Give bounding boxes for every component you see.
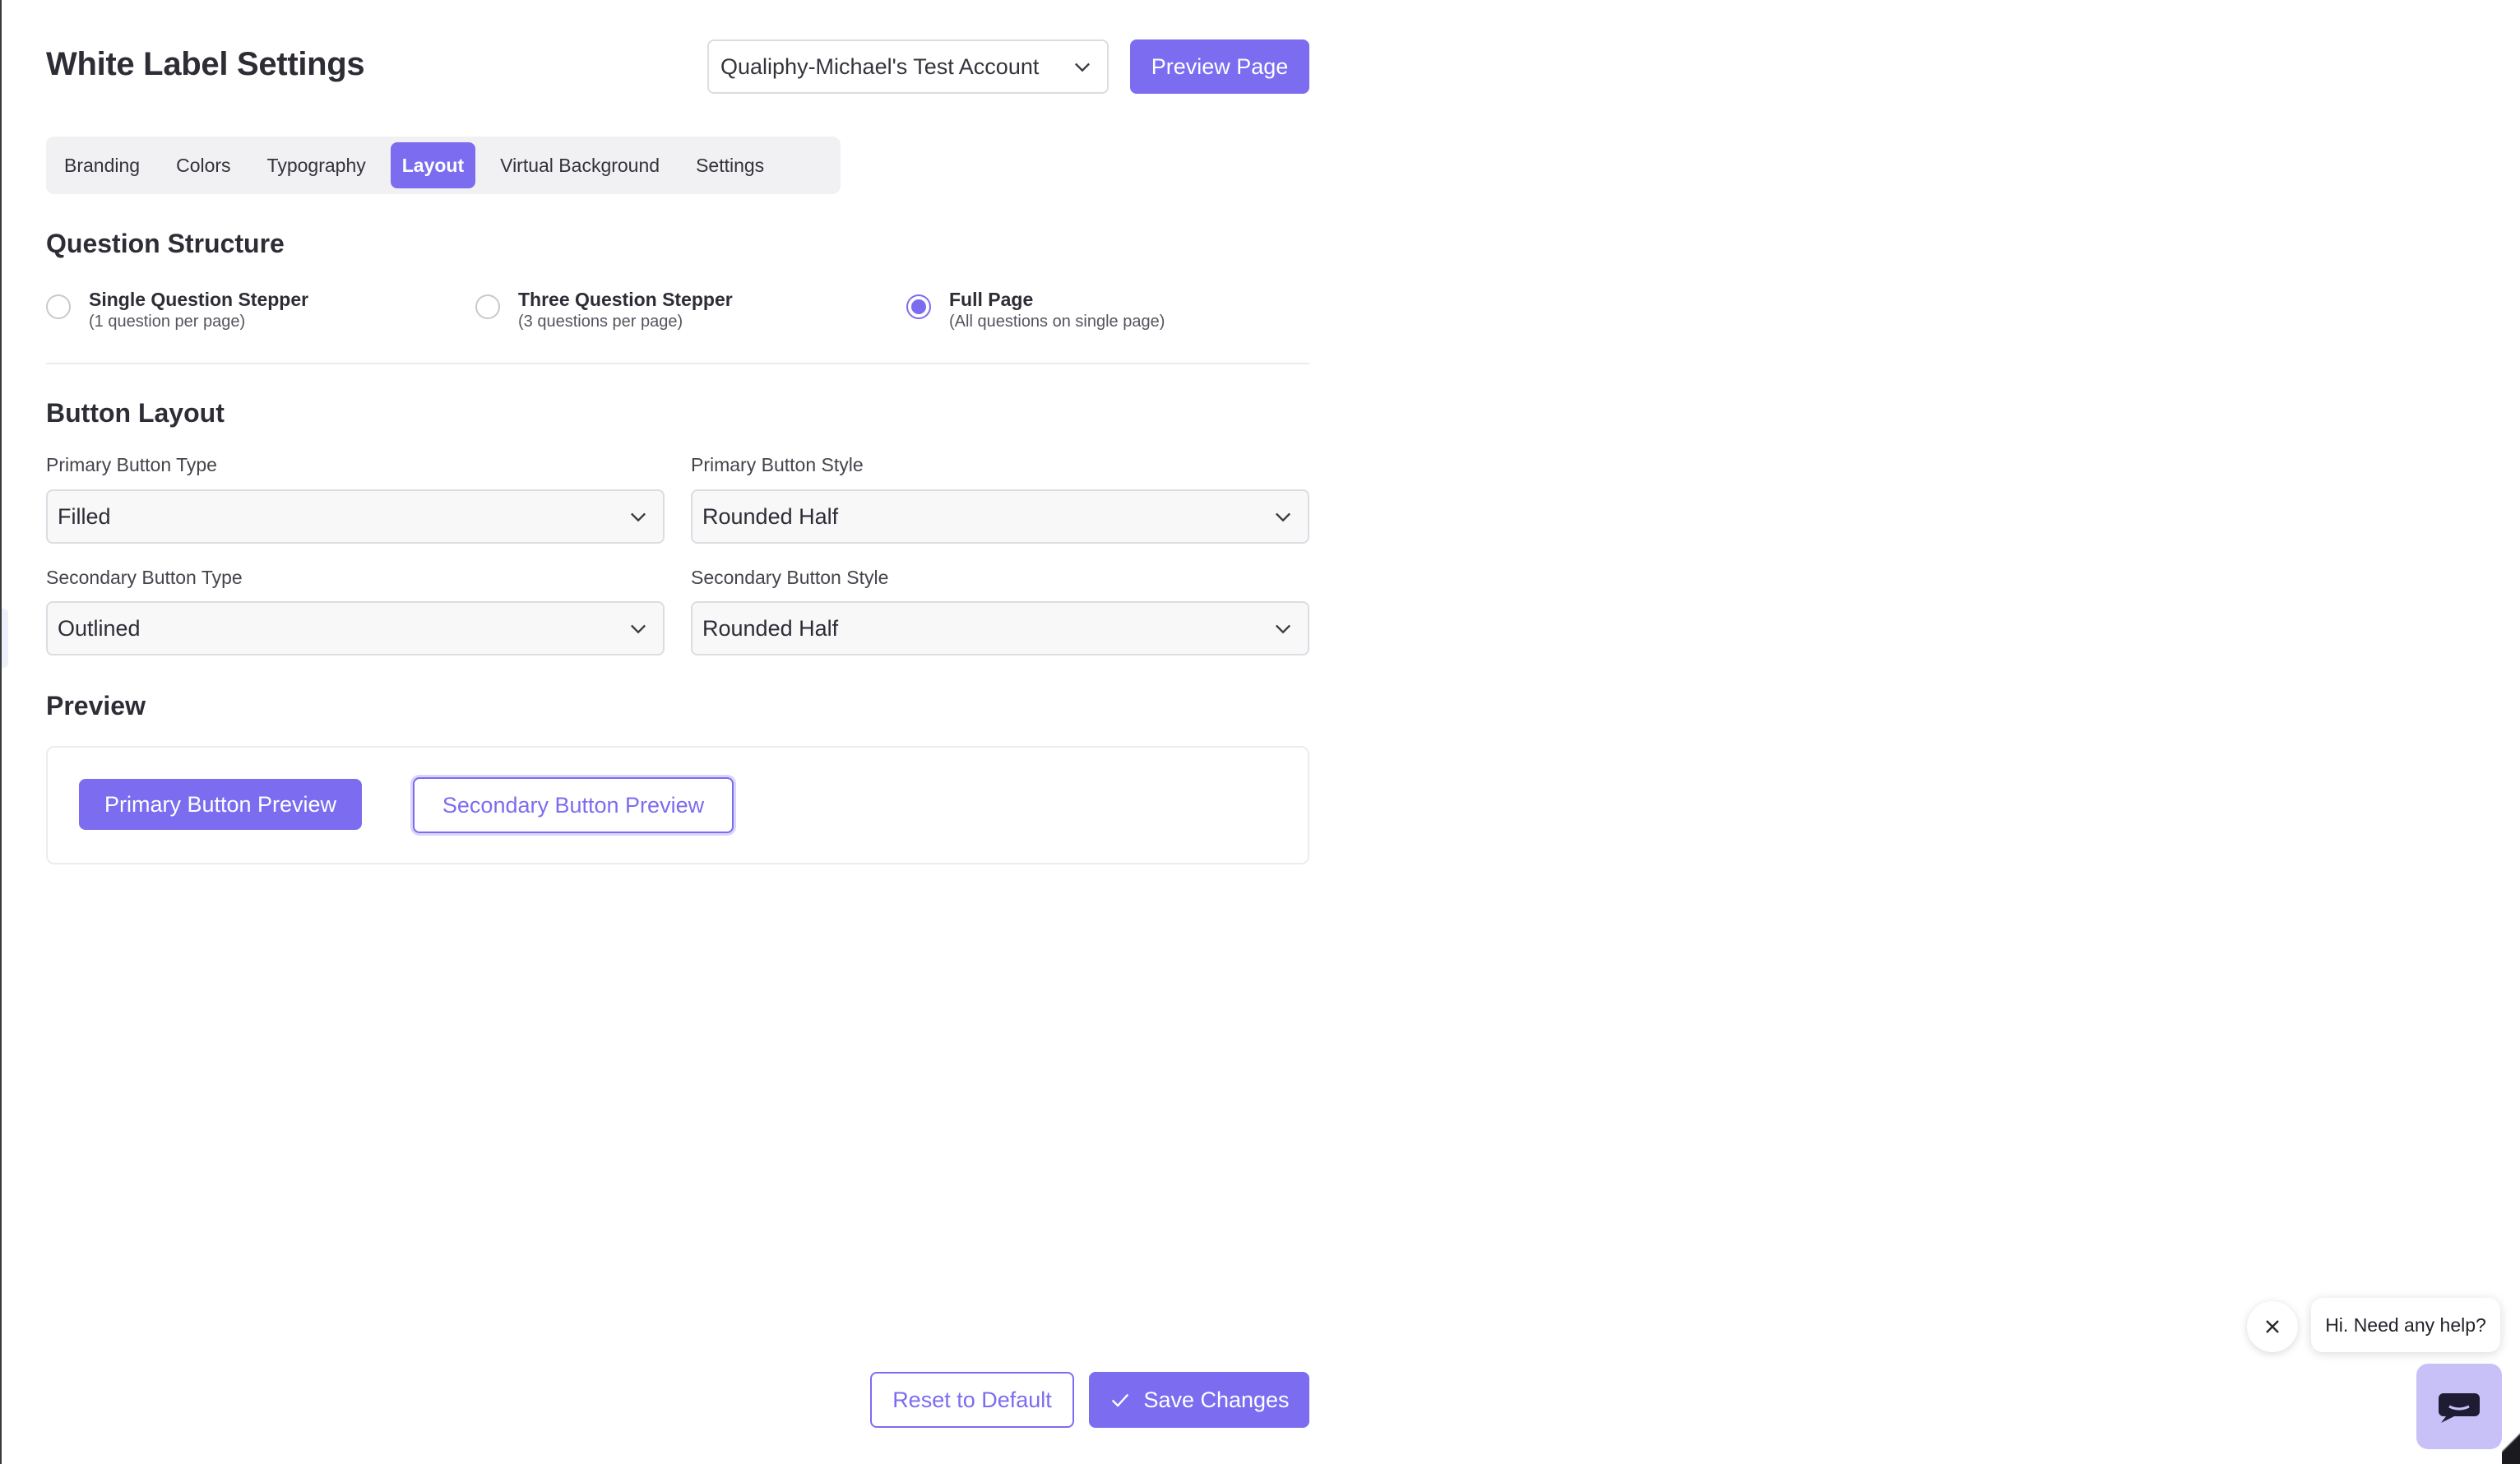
settings-tabs: Branding Colors Typography Layout Virtua… [46,137,841,194]
radio-sublabel: (1 question per page) [89,313,246,331]
chat-greeting-text: Hi. Need any help? [2325,1313,2486,1336]
radio-three-question-stepper[interactable]: Three Question Stepper (3 questions per … [475,288,733,332]
tab-virtual-background[interactable]: Virtual Background [489,142,671,188]
radio-single-question-stepper[interactable]: Single Question Stepper (1 question per … [46,288,308,332]
chat-icon [2439,1393,2480,1423]
tab-typography[interactable]: Typography [256,142,378,188]
primary-button-type-select[interactable]: Filled [46,489,665,544]
window-corner [2502,1423,2520,1464]
preview-title: Preview [46,691,146,720]
primary-button-style-label: Primary Button Style [691,454,864,475]
select-value: Rounded Half [702,615,839,641]
tab-layout[interactable]: Layout [390,142,476,188]
secondary-button-style-label: Secondary Button Style [691,567,889,588]
radio-label: Full Page [949,289,1034,310]
primary-button-type-label: Primary Button Type [46,454,217,475]
chevron-down-icon [631,512,646,522]
chevron-down-icon [1276,624,1290,634]
reset-to-default-button[interactable]: Reset to Default [870,1372,1074,1428]
secondary-button-style-select[interactable]: Rounded Half [691,601,1309,656]
select-value: Filled [58,503,111,529]
radio-full-page[interactable]: Full Page (All questions on single page) [906,288,1165,332]
select-value: Rounded Half [702,503,839,529]
tab-settings[interactable]: Settings [684,142,776,188]
app-frame: White Label Settings Qualiphy-Michael's … [0,0,2520,1464]
section-divider [46,363,1309,364]
save-label: Save Changes [1143,1387,1290,1412]
radio-sublabel: (3 questions per page) [518,313,683,331]
account-select[interactable]: Qualiphy-Michael's Test Account [707,39,1109,94]
chat-launcher-button[interactable] [2416,1364,2502,1449]
account-select-value: Qualiphy-Michael's Test Account [720,53,1040,79]
save-changes-button[interactable]: Save Changes [1089,1372,1309,1428]
close-icon [2266,1320,2279,1333]
radio-sublabel: (All questions on single page) [949,313,1165,331]
reset-label: Reset to Default [892,1387,1052,1412]
button-layout-title: Button Layout [46,398,225,428]
select-value: Outlined [58,615,141,641]
secondary-button-type-label: Secondary Button Type [46,567,243,588]
radio-button[interactable] [46,294,71,319]
check-icon [1112,1393,1129,1407]
button-preview-panel: Primary Button Preview Secondary Button … [46,746,1309,864]
radio-button-checked[interactable] [906,294,931,319]
chat-greeting-bubble[interactable]: Hi. Need any help? [2311,1298,2500,1352]
question-structure-title: Question Structure [46,229,285,258]
secondary-button-preview[interactable]: Secondary Button Preview [413,777,734,833]
primary-button-preview[interactable]: Primary Button Preview [79,779,362,830]
tab-branding[interactable]: Branding [53,142,151,188]
chevron-down-icon [631,624,646,634]
radio-button[interactable] [475,294,500,319]
tab-colors[interactable]: Colors [164,142,242,188]
chevron-down-icon [1276,512,1290,522]
page-title: White Label Settings [46,46,365,82]
preview-page-button[interactable]: Preview Page [1130,39,1309,94]
primary-button-style-select[interactable]: Rounded Half [691,489,1309,544]
radio-label: Single Question Stepper [89,289,309,310]
chevron-down-icon [1075,63,1090,72]
radio-label: Three Question Stepper [518,289,733,310]
chat-dismiss-button[interactable] [2247,1301,2298,1352]
secondary-button-type-select[interactable]: Outlined [46,601,665,656]
sidebar-handle[interactable] [2,609,8,668]
